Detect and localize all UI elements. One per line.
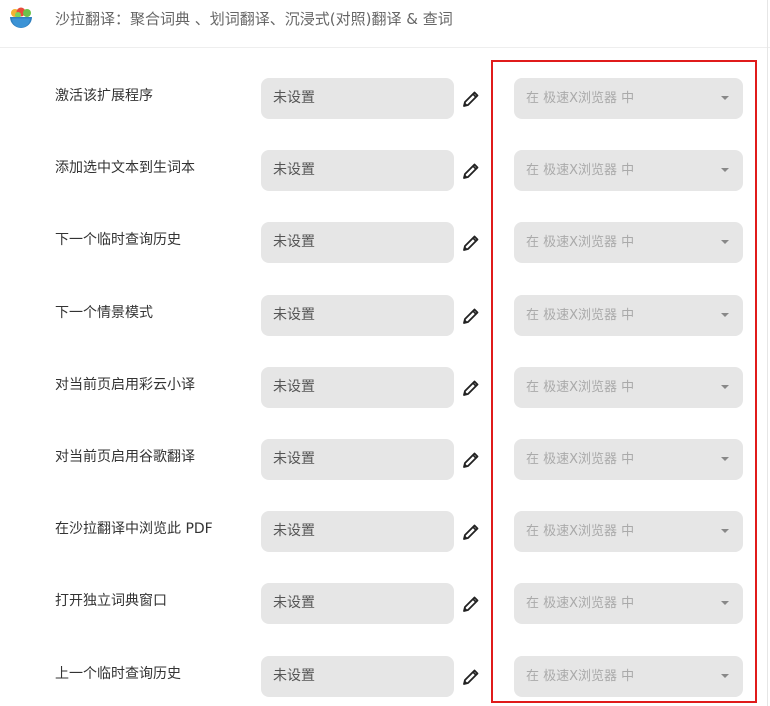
pencil-edit-icon[interactable] (461, 594, 481, 614)
chevron-down-icon (721, 529, 729, 533)
scope-select-value: 在 极速X浏览器 中 (526, 308, 635, 323)
chevron-down-icon (721, 674, 729, 678)
salad-bowl-logo-icon (10, 7, 32, 28)
scope-select-value: 在 极速X浏览器 中 (526, 596, 635, 611)
shortcut-input[interactable]: 未设置 (261, 150, 454, 191)
command-label: 激活该扩展程序 (55, 88, 153, 104)
command-label: 上一个临时查询历史 (55, 666, 181, 682)
shortcut-input[interactable]: 未设置 (261, 367, 454, 408)
command-label: 打开独立词典窗口 (55, 593, 167, 609)
chevron-down-icon (721, 168, 729, 172)
command-label: 对当前页启用彩云小译 (55, 377, 195, 393)
shortcut-input[interactable]: 未设置 (261, 656, 454, 697)
command-label: 下一个情景模式 (55, 305, 153, 321)
pencil-edit-icon[interactable] (461, 306, 481, 326)
extension-header: 沙拉翻译：聚合词典 、划词翻译、沉浸式(对照)翻译 & 查词 (0, 0, 770, 48)
scope-select-value: 在 极速X浏览器 中 (526, 235, 635, 250)
chevron-down-icon (721, 385, 729, 389)
extension-shortcuts-page: 沙拉翻译：聚合词典 、划词翻译、沉浸式(对照)翻译 & 查词 激活该扩展程序未设… (0, 0, 770, 706)
shortcut-row: 上一个临时查询历史 未设置 在 极速X浏览器 中 (0, 656, 770, 698)
scope-select[interactable]: 在 极速X浏览器 中 (514, 222, 743, 263)
chevron-down-icon (721, 96, 729, 100)
pencil-edit-icon[interactable] (461, 522, 481, 542)
shortcut-input[interactable]: 未设置 (261, 511, 454, 552)
scope-select-value: 在 极速X浏览器 中 (526, 669, 635, 684)
shortcut-row: 激活该扩展程序 未设置 在 极速X浏览器 中 (0, 78, 770, 120)
pencil-edit-icon[interactable] (461, 378, 481, 398)
scope-select-value: 在 极速X浏览器 中 (526, 380, 635, 395)
shortcut-row: 打开独立词典窗口 未设置 在 极速X浏览器 中 (0, 583, 770, 625)
scope-select[interactable]: 在 极速X浏览器 中 (514, 656, 743, 697)
pencil-edit-icon[interactable] (461, 89, 481, 109)
scope-select[interactable]: 在 极速X浏览器 中 (514, 150, 743, 191)
scope-select-value: 在 极速X浏览器 中 (526, 91, 635, 106)
shortcut-row: 下一个情景模式 未设置 在 极速X浏览器 中 (0, 295, 770, 337)
shortcut-input[interactable]: 未设置 (261, 439, 454, 480)
pencil-edit-icon[interactable] (461, 233, 481, 253)
command-label: 下一个临时查询历史 (55, 232, 181, 248)
shortcut-input[interactable]: 未设置 (261, 78, 454, 119)
extension-title: 沙拉翻译：聚合词典 、划词翻译、沉浸式(对照)翻译 & 查词 (55, 10, 453, 28)
scope-select[interactable]: 在 极速X浏览器 中 (514, 295, 743, 336)
command-label: 在沙拉翻译中浏览此 PDF (55, 521, 213, 537)
scope-select[interactable]: 在 极速X浏览器 中 (514, 78, 743, 119)
chevron-down-icon (721, 601, 729, 605)
pencil-edit-icon[interactable] (461, 450, 481, 470)
shortcut-input[interactable]: 未设置 (261, 583, 454, 624)
scope-select[interactable]: 在 极速X浏览器 中 (514, 439, 743, 480)
shortcut-row: 对当前页启用彩云小译 未设置 在 极速X浏览器 中 (0, 367, 770, 409)
shortcut-row: 对当前页启用谷歌翻译 未设置 在 极速X浏览器 中 (0, 439, 770, 481)
shortcut-input[interactable]: 未设置 (261, 295, 454, 336)
shortcut-row: 添加选中文本到生词本 未设置 在 极速X浏览器 中 (0, 150, 770, 192)
scope-select[interactable]: 在 极速X浏览器 中 (514, 367, 743, 408)
scope-select[interactable]: 在 极速X浏览器 中 (514, 583, 743, 624)
shortcut-input[interactable]: 未设置 (261, 222, 454, 263)
chevron-down-icon (721, 457, 729, 461)
scope-select-value: 在 极速X浏览器 中 (526, 524, 635, 539)
chevron-down-icon (721, 240, 729, 244)
pencil-edit-icon[interactable] (461, 667, 481, 687)
scope-select[interactable]: 在 极速X浏览器 中 (514, 511, 743, 552)
shortcut-row: 下一个临时查询历史 未设置 在 极速X浏览器 中 (0, 222, 770, 264)
chevron-down-icon (721, 313, 729, 317)
pencil-edit-icon[interactable] (461, 161, 481, 181)
shortcut-row: 在沙拉翻译中浏览此 PDF 未设置 在 极速X浏览器 中 (0, 511, 770, 553)
command-label: 对当前页启用谷歌翻译 (55, 449, 195, 465)
scope-select-value: 在 极速X浏览器 中 (526, 163, 635, 178)
scope-select-value: 在 极速X浏览器 中 (526, 452, 635, 467)
command-label: 添加选中文本到生词本 (55, 160, 195, 176)
